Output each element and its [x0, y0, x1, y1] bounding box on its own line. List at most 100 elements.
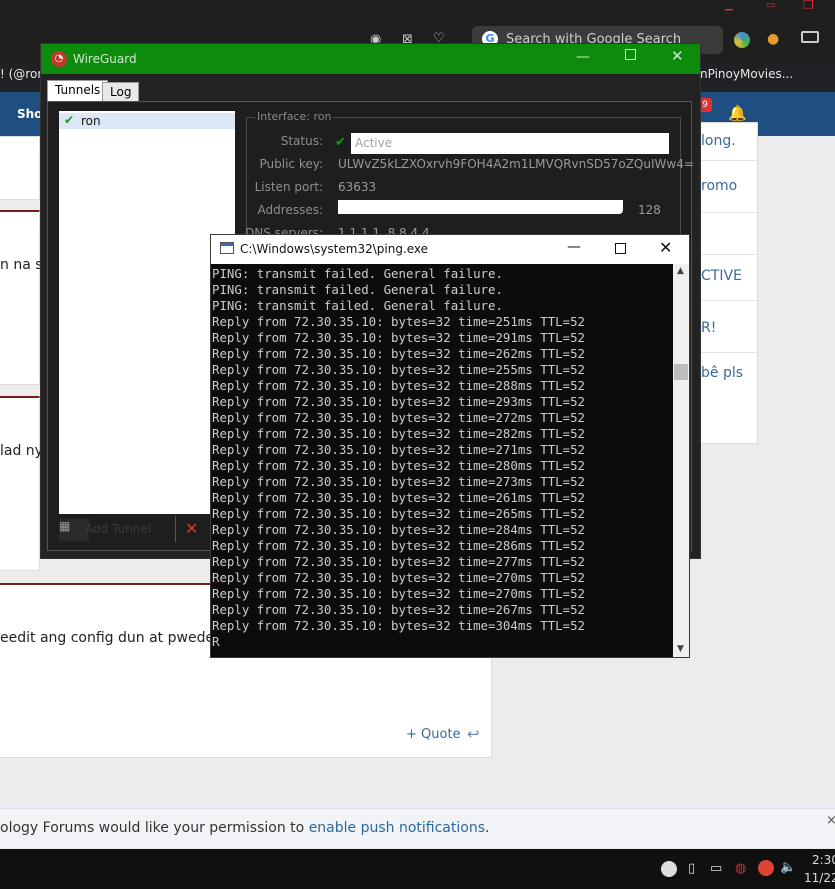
- enable-notifications-link[interactable]: enable push notifications: [309, 820, 485, 836]
- divider: [700, 160, 758, 161]
- tunnel-list[interactable]: ✔ ron: [59, 111, 235, 514]
- minimize-button[interactable]: —: [567, 239, 581, 255]
- wireguard-title: WireGuard: [73, 52, 137, 66]
- divider: [175, 516, 176, 542]
- scroll-down-icon[interactable]: ▼: [677, 644, 684, 654]
- scroll-thumb[interactable]: [674, 364, 688, 380]
- close-button[interactable]: ✕: [671, 47, 684, 65]
- console-line: Reply from 72.30.35.10: bytes=32 time=29…: [212, 330, 585, 345]
- console-line: Reply from 72.30.35.10: bytes=32 time=27…: [212, 554, 585, 569]
- sidebar-toggle-icon[interactable]: [801, 31, 819, 43]
- sidebar-thread-link[interactable]: R!: [701, 320, 716, 336]
- nav-link[interactable]: Sho: [17, 107, 42, 121]
- console-line: Reply from 72.30.35.10: bytes=32 time=27…: [212, 586, 585, 601]
- sidebar-thread-link[interactable]: long.: [701, 133, 736, 149]
- wireguard-logo-icon: ◔: [51, 51, 67, 67]
- console-line: Reply from 72.30.35.10: bytes=32 time=30…: [212, 618, 585, 633]
- delete-tunnel-icon[interactable]: ✕: [185, 519, 198, 538]
- sidebar-thread-link[interactable]: bê pls: [701, 365, 743, 381]
- tab-tunnels[interactable]: Tunnels: [47, 80, 109, 101]
- post-card: [0, 210, 40, 385]
- tunnel-name: ron: [81, 114, 101, 128]
- addresses-label: Addresses:: [257, 203, 323, 217]
- tab-log[interactable]: Log: [102, 82, 140, 101]
- post-card: [0, 396, 40, 571]
- public-key-label: Public key:: [259, 157, 323, 171]
- console-line: Reply from 72.30.35.10: bytes=32 time=29…: [212, 394, 585, 409]
- console-line: Reply from 72.30.35.10: bytes=32 time=25…: [212, 314, 585, 329]
- console-line: Reply from 72.30.35.10: bytes=32 time=26…: [212, 506, 585, 521]
- status-check-icon: ✔: [335, 135, 346, 150]
- console-line: PING: transmit failed. General failure.: [212, 266, 503, 281]
- divider: [700, 212, 758, 213]
- listen-port-label: Listen port:: [254, 180, 323, 194]
- listen-port-value: 63633: [338, 180, 377, 194]
- window-maximize-icon[interactable]: ❐: [803, 0, 814, 12]
- shield-check-icon: ✔: [64, 113, 75, 127]
- console-line: Reply from 72.30.35.10: bytes=32 time=27…: [212, 474, 585, 489]
- status-value: Active: [351, 133, 669, 154]
- console-line: PING: transmit failed. General failure.: [212, 298, 503, 313]
- divider: [700, 352, 758, 353]
- console-scrollbar[interactable]: ▲ ▼: [673, 264, 689, 657]
- console-line: Reply from 72.30.35.10: bytes=32 time=27…: [212, 570, 585, 585]
- volume-icon[interactable]: 🔈: [780, 860, 796, 875]
- close-icon[interactable]: ×: [826, 813, 835, 828]
- wireguard-titlebar[interactable]: ◔ WireGuard — ✕: [41, 44, 700, 74]
- permission-text: ology Forums would like your permission …: [0, 820, 309, 836]
- addresses-suffix: 128: [638, 203, 661, 217]
- clock-time[interactable]: 2:30: [812, 853, 835, 867]
- console-line: Reply from 72.30.35.10: bytes=32 time=28…: [212, 426, 585, 441]
- post-card: [0, 136, 40, 200]
- tray-app-icon[interactable]: [661, 861, 677, 877]
- console-icon: [220, 242, 234, 254]
- extension-fox-icon[interactable]: ●: [767, 31, 779, 47]
- console-line: Reply from 72.30.35.10: bytes=32 time=28…: [212, 538, 585, 553]
- status-label: Status:: [280, 134, 323, 148]
- console-line: Reply from 72.30.35.10: bytes=32 time=27…: [212, 410, 585, 425]
- bookmark-item[interactable]: nPinoyMovies...: [700, 67, 793, 81]
- console-line: PING: transmit failed. General failure.: [212, 282, 503, 297]
- sidebar-thread-link[interactable]: romo: [701, 178, 737, 194]
- maximize-button[interactable]: [625, 49, 636, 60]
- scroll-up-icon[interactable]: ▲: [677, 266, 684, 276]
- extension-icon[interactable]: [734, 32, 750, 48]
- console-line: Reply from 72.30.35.10: bytes=32 time=25…: [212, 362, 585, 377]
- console-line: Reply from 72.30.35.10: bytes=32 time=26…: [212, 346, 585, 361]
- tray-red-icon[interactable]: ◍: [735, 861, 746, 876]
- post-text: lad ny: [0, 443, 43, 459]
- bookmark-item[interactable]: ! (@ron: [0, 67, 45, 81]
- console-title: C:\Windows\system32\ping.exe: [240, 242, 429, 256]
- console-line: Reply from 72.30.35.10: bytes=32 time=26…: [212, 490, 585, 505]
- divider: [700, 300, 758, 301]
- window-restore-icon[interactable]: ▭: [766, 0, 780, 11]
- console-line: Reply from 72.30.35.10: bytes=32 time=26…: [212, 602, 585, 617]
- minimize-button[interactable]: —: [576, 49, 590, 65]
- permission-end: .: [485, 820, 490, 836]
- divider: [700, 254, 758, 255]
- console-line: Reply from 72.30.35.10: bytes=32 time=28…: [212, 522, 585, 537]
- public-key-value: ULWvZ5kLZXOxrvh9FOH4A2m1LMVQRvnSD57oZQuI…: [338, 157, 694, 171]
- clock-date[interactable]: 11/22: [804, 871, 835, 885]
- share-icon[interactable]: ↩: [467, 725, 480, 743]
- bell-icon[interactable]: 🔔: [728, 104, 747, 122]
- window-minimize-icon[interactable]: ▁: [725, 0, 739, 11]
- interface-legend: Interface: ron: [255, 110, 334, 123]
- add-tunnel-button[interactable]: Add Tunnel: [85, 522, 151, 536]
- console-line: Reply from 72.30.35.10: bytes=32 time=28…: [212, 378, 585, 393]
- console-titlebar[interactable]: C:\Windows\system32\ping.exe — ✕: [211, 235, 689, 264]
- close-button[interactable]: ✕: [659, 238, 672, 257]
- network-icon[interactable]: ▭: [710, 861, 722, 876]
- post-text: eedit ang config dun at pwede 2: [0, 630, 228, 646]
- quote-button[interactable]: + Quote: [406, 727, 461, 742]
- console-output[interactable]: PING: transmit failed. General failure. P…: [211, 264, 673, 657]
- console-line: Reply from 72.30.35.10: bytes=32 time=27…: [212, 442, 585, 457]
- console-line: Reply from 72.30.35.10: bytes=32 time=28…: [212, 458, 585, 473]
- tunnel-list-item[interactable]: ✔ ron: [59, 113, 235, 129]
- usb-icon[interactable]: ▯: [688, 861, 695, 876]
- push-permission-bar: ology Forums would like your permission …: [0, 808, 835, 848]
- wireguard-tray-icon[interactable]: [758, 860, 774, 876]
- console-line: R: [212, 634, 220, 649]
- sidebar-thread-link[interactable]: CTIVE: [701, 268, 742, 284]
- maximize-button[interactable]: [615, 243, 626, 254]
